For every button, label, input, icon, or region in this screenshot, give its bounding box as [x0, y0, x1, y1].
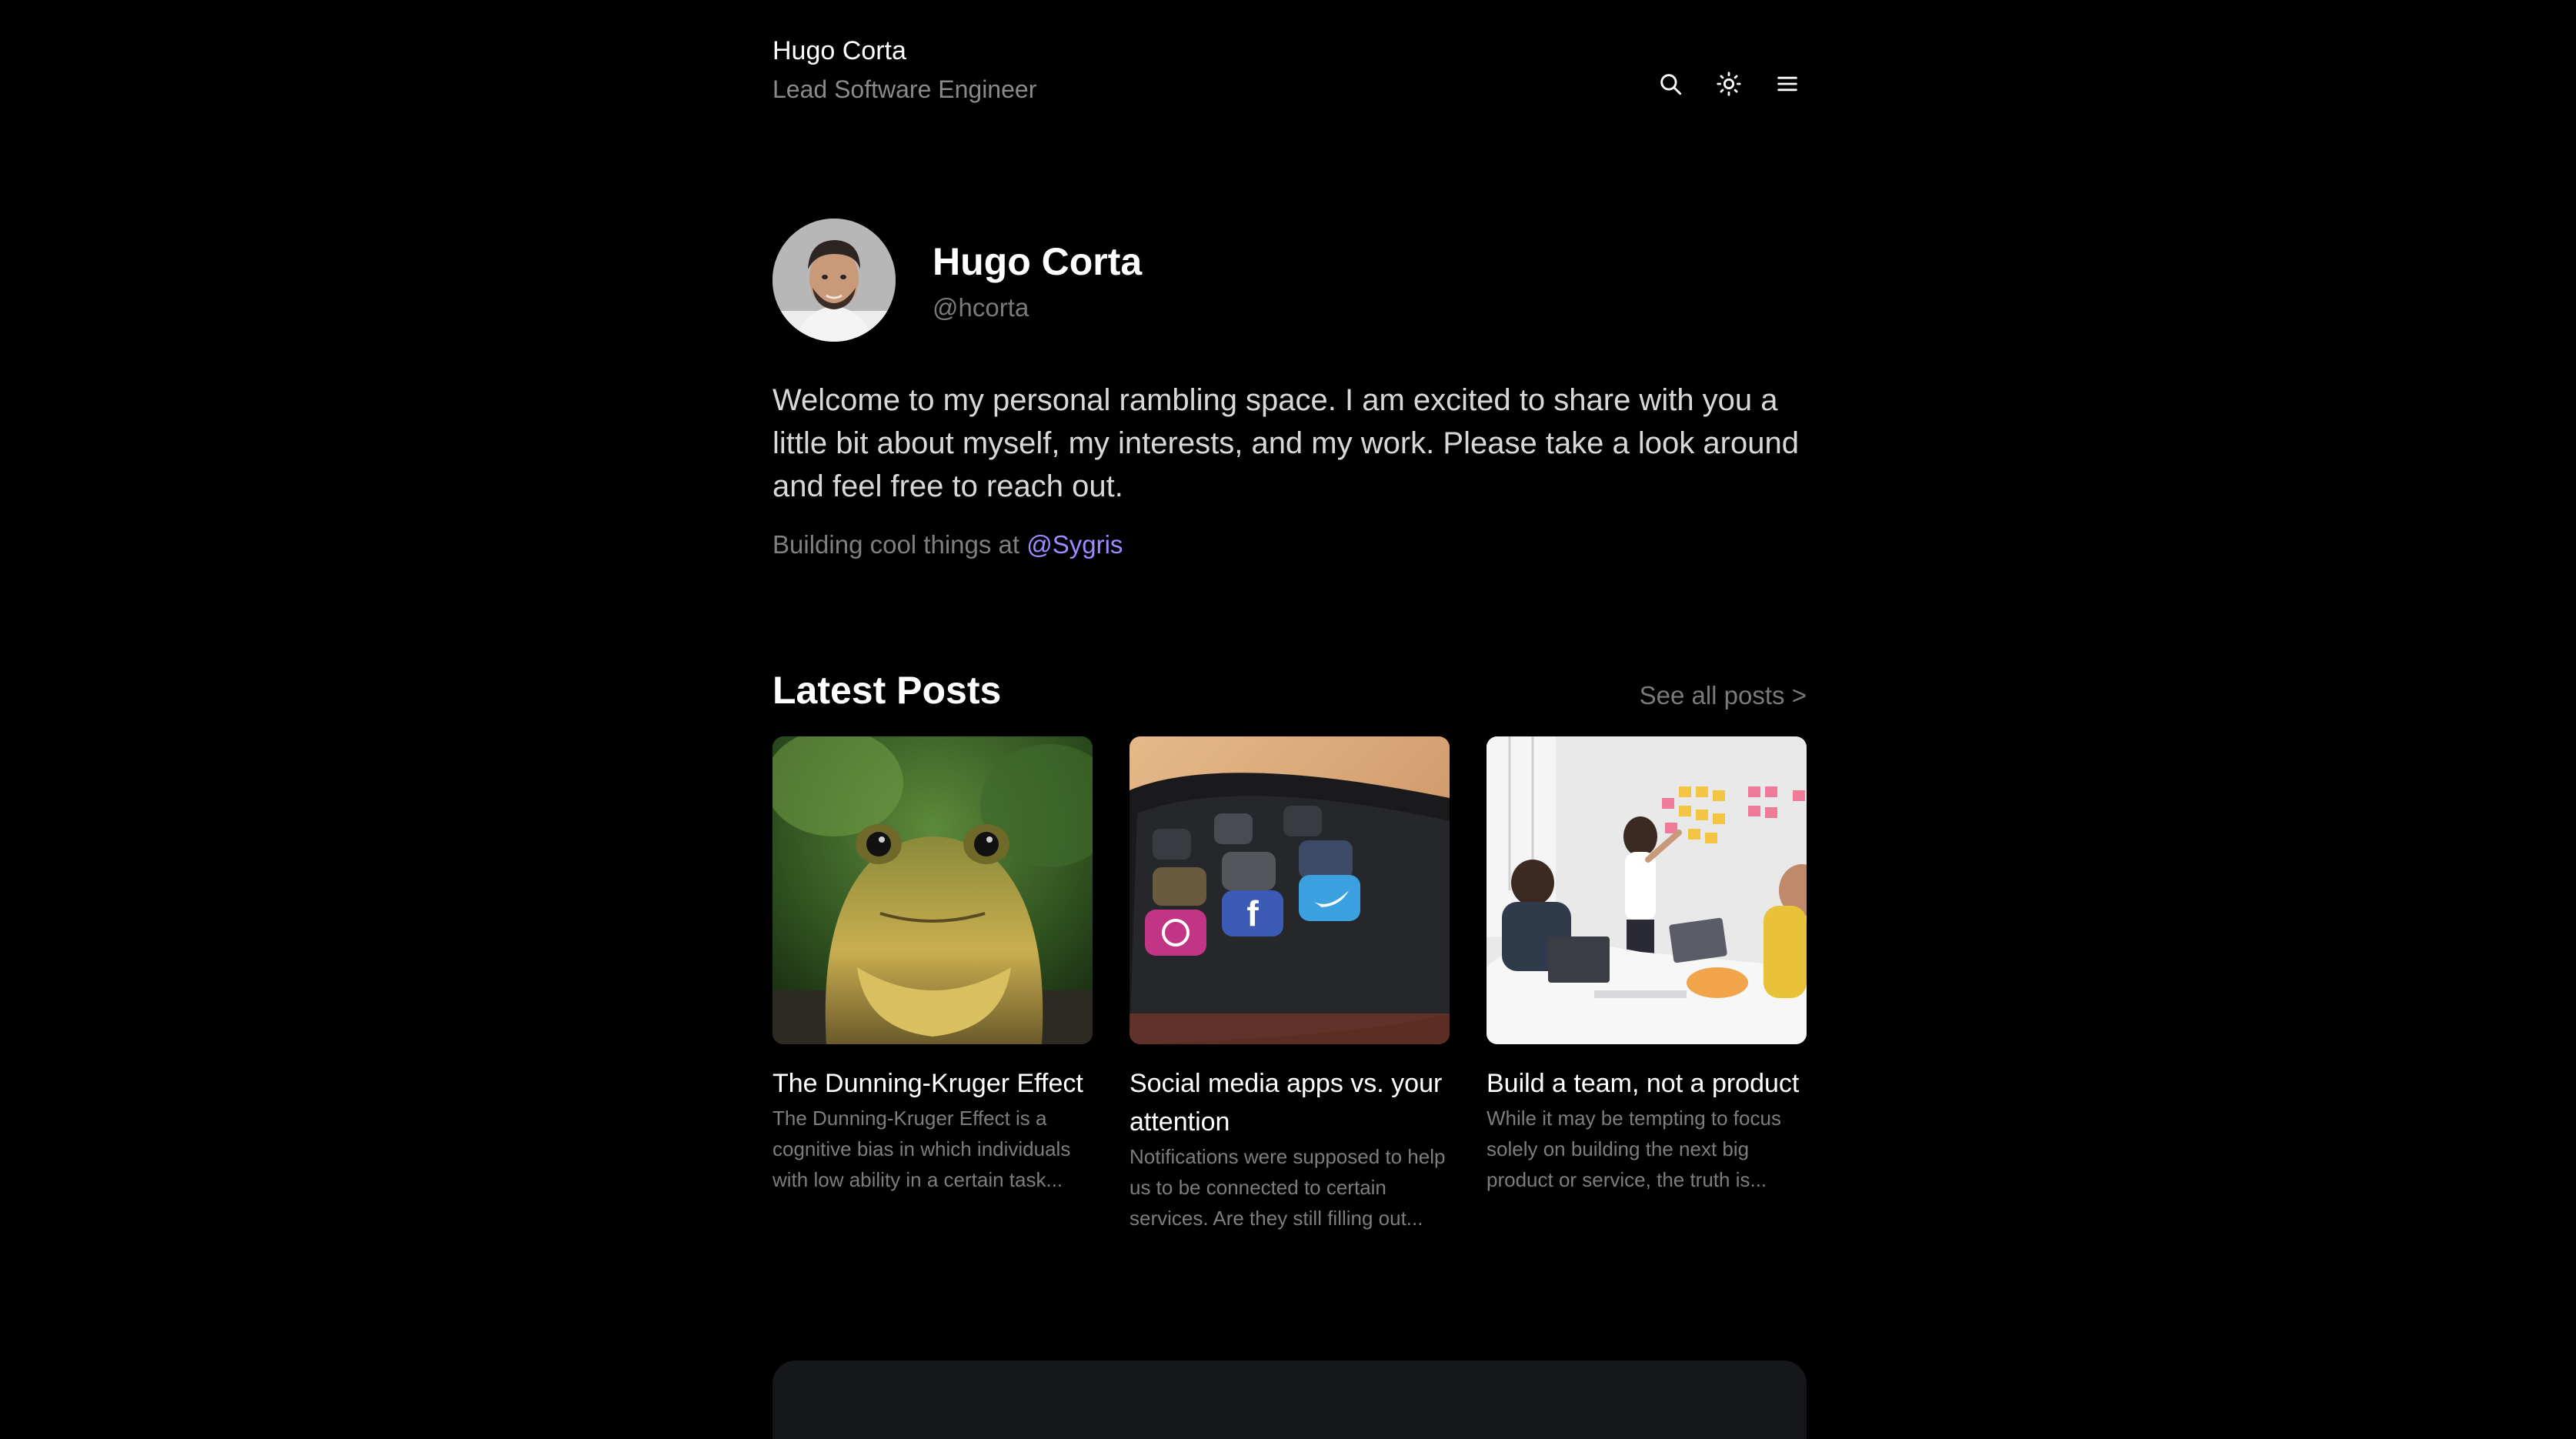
- site-header: Hugo Corta Lead Software Engineer: [772, 34, 1807, 111]
- post-title[interactable]: Social media apps vs. your attention: [1130, 1064, 1450, 1141]
- site-name[interactable]: Hugo Corta: [772, 34, 906, 68]
- posts-grid: The Dunning-Kruger Effect The Dunning-Kr…: [772, 736, 1807, 1234]
- theme-toggle-button[interactable]: [1710, 65, 1748, 103]
- post-card[interactable]: f Social media apps vs. your attention N…: [1130, 736, 1450, 1234]
- section-title: Latest Posts: [772, 669, 1002, 712]
- profile-handle: @hcorta: [933, 293, 1029, 322]
- site-role: Lead Software Engineer: [772, 75, 1037, 103]
- post-thumbnail-phone[interactable]: f: [1130, 736, 1450, 1044]
- post-title[interactable]: The Dunning-Kruger Effect: [772, 1064, 1093, 1103]
- svg-text:f: f: [1246, 893, 1259, 933]
- profile-name: Hugo Corta: [933, 240, 1143, 283]
- profile-section: Hugo Corta @hcorta: [772, 219, 1807, 343]
- search-button[interactable]: [1651, 65, 1690, 103]
- avatar: [772, 219, 896, 342]
- header-actions: [1651, 65, 1807, 103]
- footer-card: [772, 1361, 1807, 1439]
- building-prefix: Building cool things at: [772, 530, 1027, 559]
- post-card[interactable]: Build a team, not a product While it may…: [1487, 736, 1807, 1234]
- post-thumbnail-team[interactable]: [1487, 736, 1807, 1044]
- post-description: While it may be tempting to focus solely…: [1487, 1107, 1781, 1191]
- intro-text: Welcome to my personal rambling space. I…: [772, 383, 1799, 503]
- post-thumbnail-frog[interactable]: [772, 736, 1093, 1044]
- menu-button[interactable]: [1768, 65, 1807, 103]
- menu-icon: [1777, 76, 1797, 92]
- post-description: The Dunning-Kruger Effect is a cognitive…: [772, 1107, 1071, 1191]
- company-link[interactable]: @Sygris: [1026, 530, 1123, 559]
- see-all-posts-link[interactable]: See all posts >: [1640, 679, 1807, 713]
- post-card[interactable]: The Dunning-Kruger Effect The Dunning-Kr…: [772, 736, 1093, 1234]
- post-description: Notifications were supposed to help us t…: [1130, 1145, 1446, 1230]
- post-title[interactable]: Build a team, not a product: [1487, 1064, 1807, 1103]
- search-icon: [1660, 74, 1682, 95]
- building-line: Building cool things at @Sygris: [772, 528, 1123, 562]
- latest-posts-header: Latest Posts See all posts >: [772, 663, 1807, 717]
- sun-icon: [1717, 72, 1741, 96]
